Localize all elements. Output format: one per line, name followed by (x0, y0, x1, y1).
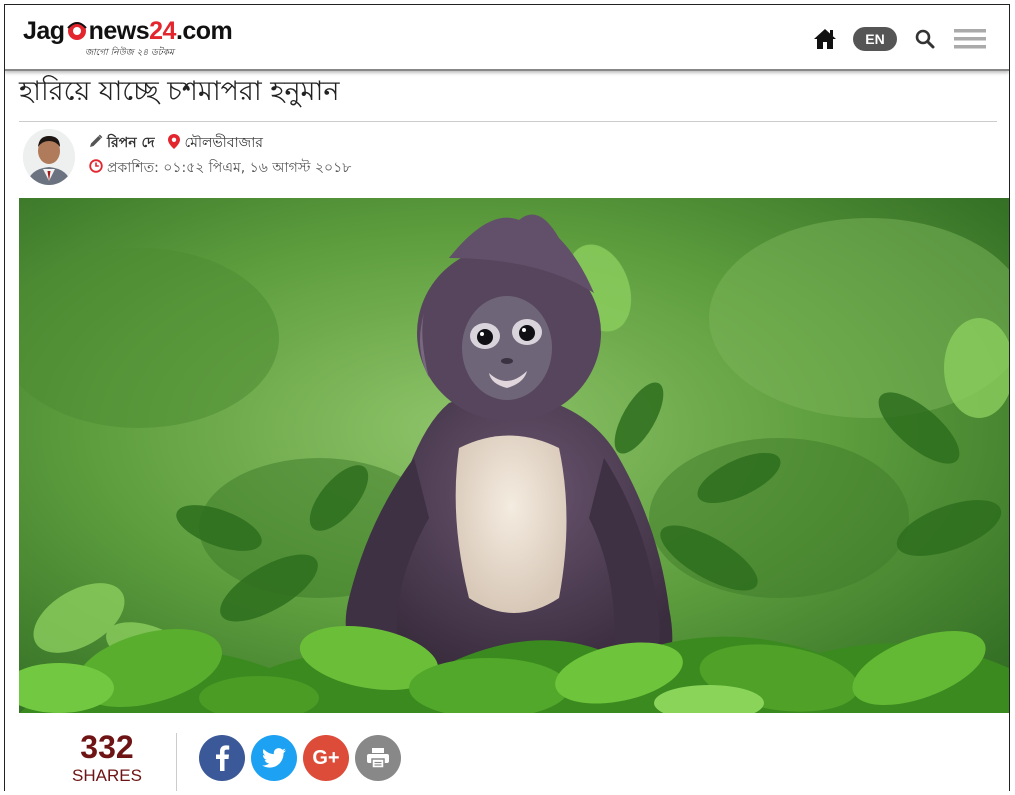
clock-icon (89, 159, 103, 177)
author-avatar[interactable] (23, 129, 75, 185)
published-datetime: প্রকাশিত: ০১:৫২ পিএম, ১৬ আগস্ট ২০১৮ (107, 160, 352, 176)
pencil-icon (89, 134, 103, 152)
share-count-label: SHARES (72, 766, 142, 785)
home-icon[interactable] (811, 25, 839, 53)
logo-tagline: জাগো নিউজ ২৪ ডটকম (85, 48, 174, 58)
site-header: Jag news24.com জাগো নিউজ ২৪ ডটকম EN (5, 5, 1009, 71)
share-count-number: 332 (80, 729, 134, 765)
google-plus-icon[interactable]: G+ (303, 735, 349, 781)
share-divider (176, 733, 177, 791)
share-buttons: G+ (199, 735, 401, 781)
article-location[interactable]: মৌলভীবাজার (184, 131, 262, 155)
facebook-icon[interactable] (199, 735, 245, 781)
published-line: প্রকাশিত: ০১:৫২ পিএম, ১৬ আগস্ট ২০১৮ (89, 156, 351, 180)
share-bar: 332 SHARES G+ (5, 723, 1009, 791)
hamburger-menu-icon[interactable] (953, 25, 987, 53)
print-icon[interactable] (355, 735, 401, 781)
logo-pin-icon (66, 20, 88, 42)
language-toggle-button[interactable]: EN (853, 27, 897, 51)
article-headline: হারিয়ে যাচ্ছে চশমাপরা হনুমান (19, 76, 340, 107)
header-nav: EN (811, 25, 987, 53)
share-count: 332 SHARES (67, 729, 147, 787)
twitter-icon[interactable] (251, 735, 297, 781)
location-pin-icon (168, 133, 181, 153)
search-icon[interactable] (911, 25, 939, 53)
page-frame: Jag news24.com জাগো নিউজ ২৪ ডটকম EN হারিয… (4, 4, 1010, 791)
logo-wordmark: Jag news24.com (23, 17, 233, 45)
article-photo[interactable] (19, 198, 1009, 713)
author-location-line: রিপন দে মৌলভীবাজার (89, 131, 263, 155)
author-name[interactable]: রিপন দে (107, 131, 154, 155)
site-logo[interactable]: Jag news24.com জাগো নিউজ ২৪ ডটকম (23, 15, 243, 59)
article-byline: রিপন দে মৌলভীবাজার প্রকাশিত: ০১:৫২ পিএম,… (21, 129, 621, 189)
headline-divider (19, 121, 997, 122)
